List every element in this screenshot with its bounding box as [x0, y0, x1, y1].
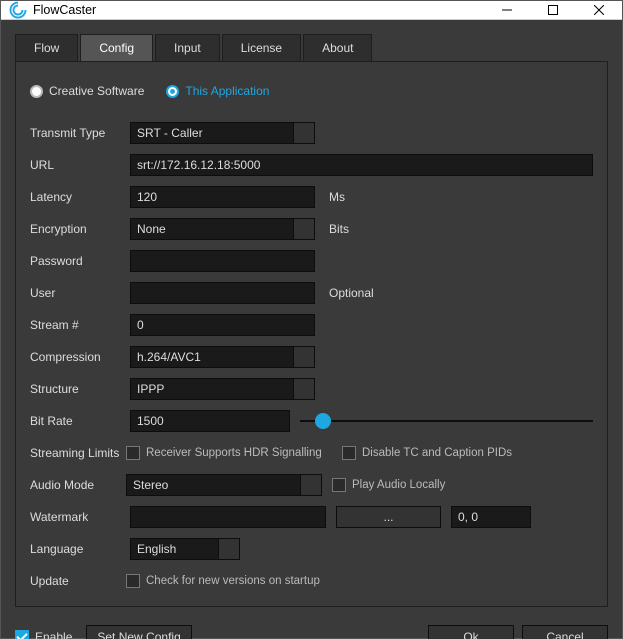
label-streaming-limits: Streaming Limits: [30, 446, 120, 460]
transmit-type-select[interactable]: SRT - Caller: [130, 122, 315, 144]
checkbox-check-updates[interactable]: [126, 574, 140, 588]
checkbox-hdr-label: Receiver Supports HDR Signalling: [146, 447, 336, 459]
encryption-select[interactable]: None: [130, 218, 315, 240]
label-language: Language: [30, 542, 120, 556]
tab-license[interactable]: License: [222, 34, 301, 61]
checkbox-play-audio-label: Play Audio Locally: [352, 479, 445, 491]
body: Flow Config Input License About Creative…: [1, 20, 622, 617]
config-form: Transmit Type SRT - Caller URL srt://172…: [30, 122, 593, 592]
set-new-config-button[interactable]: Set New Config: [86, 625, 191, 639]
enable-checkbox[interactable]: [15, 630, 29, 639]
label-structure: Structure: [30, 382, 120, 396]
minimize-button[interactable]: [484, 1, 530, 19]
label-watermark: Watermark: [30, 510, 120, 524]
user-suffix: Optional: [329, 286, 374, 300]
label-latency: Latency: [30, 190, 120, 204]
label-transmit-type: Transmit Type: [30, 126, 120, 140]
password-input[interactable]: [130, 250, 315, 272]
encryption-suffix: Bits: [329, 222, 349, 236]
audio-mode-select[interactable]: Stereo: [126, 474, 322, 496]
compression-select[interactable]: h.264/AVC1: [130, 346, 315, 368]
checkbox-disable-tc-label: Disable TC and Caption PIDs: [362, 447, 512, 459]
label-encryption: Encryption: [30, 222, 120, 236]
radio-this-application[interactable]: This Application: [166, 84, 269, 98]
close-button[interactable]: [576, 1, 622, 19]
maximize-button[interactable]: [530, 1, 576, 19]
checkbox-check-updates-label: Check for new versions on startup: [146, 575, 320, 587]
footer: Enable Set New Config Ok Cancel: [1, 617, 622, 639]
label-compression: Compression: [30, 350, 120, 364]
label-bitrate: Bit Rate: [30, 414, 120, 428]
watermark-coords-input[interactable]: 0, 0: [451, 506, 531, 528]
radio-icon: [166, 85, 179, 98]
enable-label: Enable: [35, 630, 72, 639]
language-select[interactable]: English: [130, 538, 240, 560]
checkbox-hdr-signalling[interactable]: [126, 446, 140, 460]
label-password: Password: [30, 254, 120, 268]
stream-input[interactable]: 0: [130, 314, 315, 336]
bitrate-input[interactable]: 1500: [130, 410, 290, 432]
titlebar: FlowCaster: [1, 1, 622, 20]
enable-toggle[interactable]: Enable: [15, 630, 72, 639]
latency-suffix: Ms: [329, 190, 345, 204]
radio-label: This Application: [185, 84, 269, 98]
bitrate-slider[interactable]: [300, 410, 593, 432]
radio-creative-software[interactable]: Creative Software: [30, 84, 144, 98]
url-input[interactable]: srt://172.16.12.18:5000: [130, 154, 593, 176]
slider-thumb[interactable]: [315, 413, 331, 429]
tab-input[interactable]: Input: [155, 34, 220, 61]
user-input[interactable]: [130, 282, 315, 304]
app-logo-icon: [9, 1, 27, 19]
tab-about[interactable]: About: [303, 34, 372, 61]
label-url: URL: [30, 158, 120, 172]
label-user: User: [30, 286, 120, 300]
label-audio-mode: Audio Mode: [30, 478, 120, 492]
checkbox-play-audio-locally[interactable]: [332, 478, 346, 492]
tab-flow[interactable]: Flow: [15, 34, 78, 61]
label-stream: Stream #: [30, 318, 120, 332]
checkbox-disable-tc[interactable]: [342, 446, 356, 460]
watermark-input[interactable]: [130, 506, 326, 528]
window-title: FlowCaster: [33, 3, 484, 17]
label-update: Update: [30, 574, 120, 588]
tab-bar: Flow Config Input License About: [15, 34, 608, 62]
ok-button[interactable]: Ok: [428, 625, 514, 639]
radio-icon: [30, 85, 43, 98]
structure-select[interactable]: IPPP: [130, 378, 315, 400]
mode-radio-group: Creative Software This Application: [30, 84, 593, 98]
config-panel: Creative Software This Application Trans…: [15, 62, 608, 607]
slider-track: [300, 420, 593, 422]
tab-config[interactable]: Config: [80, 34, 153, 61]
cancel-button[interactable]: Cancel: [522, 625, 608, 639]
window: FlowCaster Flow Config Input License Abo…: [0, 0, 623, 639]
radio-label: Creative Software: [49, 84, 144, 98]
watermark-browse-button[interactable]: ...: [336, 506, 441, 528]
latency-input[interactable]: 120: [130, 186, 315, 208]
